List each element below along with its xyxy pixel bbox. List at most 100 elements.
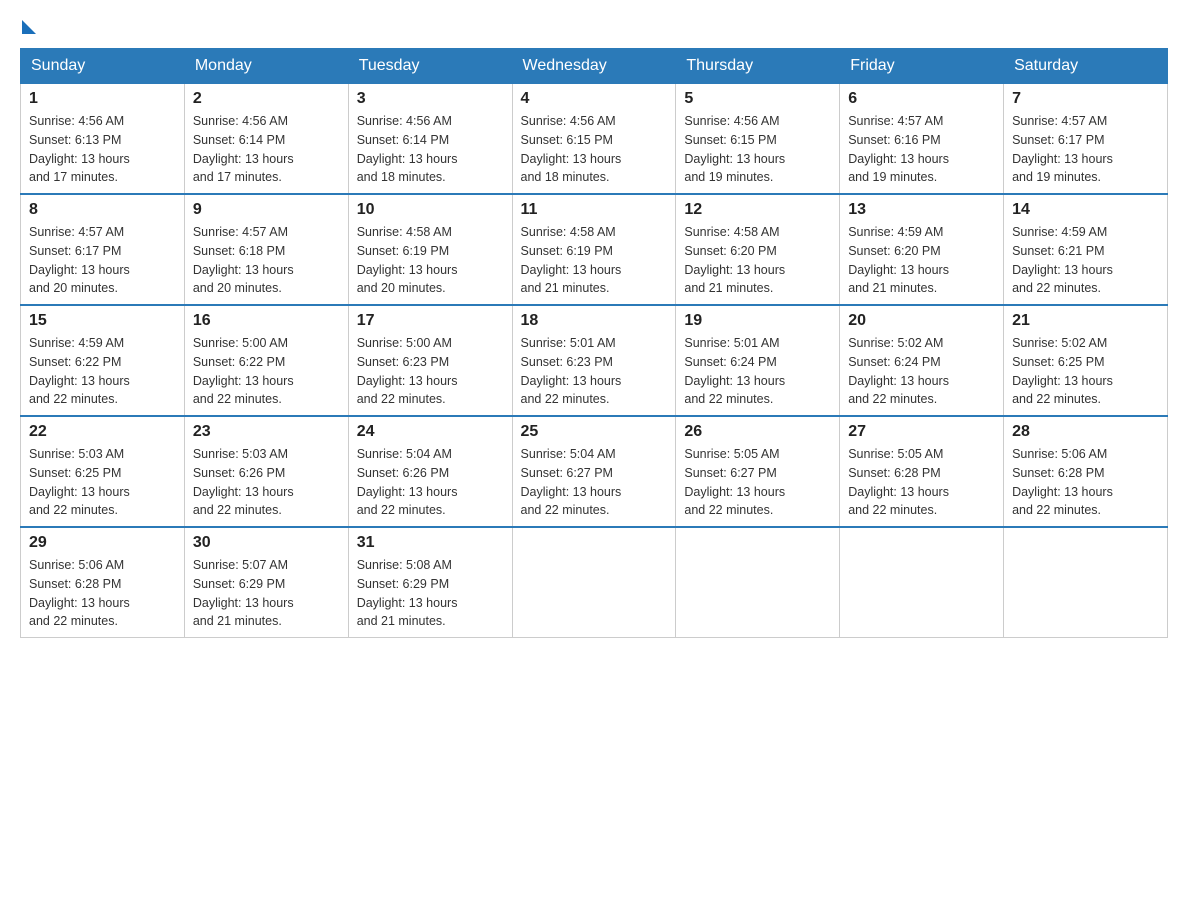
logo-triangle-icon: [22, 20, 36, 34]
day-info: Sunrise: 5:03 AMSunset: 6:26 PMDaylight:…: [193, 445, 340, 520]
table-row: 25 Sunrise: 5:04 AMSunset: 6:27 PMDayligh…: [512, 416, 676, 527]
day-info: Sunrise: 4:58 AMSunset: 6:19 PMDaylight:…: [521, 223, 668, 298]
col-tuesday: Tuesday: [348, 49, 512, 84]
day-number: 16: [193, 312, 340, 330]
day-number: 23: [193, 423, 340, 441]
table-row: [676, 527, 840, 638]
table-row: 31 Sunrise: 5:08 AMSunset: 6:29 PMDayligh…: [348, 527, 512, 638]
day-info: Sunrise: 5:05 AMSunset: 6:28 PMDaylight:…: [848, 445, 995, 520]
table-row: 7 Sunrise: 4:57 AMSunset: 6:17 PMDaylight…: [1004, 84, 1168, 195]
table-row: 2 Sunrise: 4:56 AMSunset: 6:14 PMDaylight…: [184, 84, 348, 195]
day-info: Sunrise: 4:57 AMSunset: 6:17 PMDaylight:…: [29, 223, 176, 298]
day-number: 7: [1012, 90, 1159, 108]
day-info: Sunrise: 5:03 AMSunset: 6:25 PMDaylight:…: [29, 445, 176, 520]
calendar-week-row: 15Sunrise: 4:59 AMSunset: 6:22 PMDayligh…: [21, 305, 1168, 416]
day-info: Sunrise: 4:58 AMSunset: 6:19 PMDaylight:…: [357, 223, 504, 298]
table-row: 14Sunrise: 4:59 AMSunset: 6:21 PMDayligh…: [1004, 194, 1168, 305]
day-info: Sunrise: 5:02 AMSunset: 6:24 PMDaylight:…: [848, 334, 995, 409]
day-info: Sunrise: 5:02 AMSunset: 6:25 PMDaylight:…: [1012, 334, 1159, 409]
day-info: Sunrise: 5:07 AMSunset: 6:29 PMDaylight:…: [193, 556, 340, 631]
table-row: 3Sunrise: 4:56 AMSunset: 6:14 PMDaylight…: [348, 84, 512, 195]
table-row: 4 Sunrise: 4:56 AMSunset: 6:15 PMDaylight…: [512, 84, 676, 195]
col-sunday: Sunday: [21, 49, 185, 84]
calendar-week-row: 29Sunrise: 5:06 AMSunset: 6:28 PMDayligh…: [21, 527, 1168, 638]
day-number: 10: [357, 201, 504, 219]
day-number: 4: [521, 90, 668, 108]
table-row: 11 Sunrise: 4:58 AMSunset: 6:19 PMDayligh…: [512, 194, 676, 305]
day-number: 20: [848, 312, 995, 330]
table-row: 22 Sunrise: 5:03 AMSunset: 6:25 PMDayligh…: [21, 416, 185, 527]
day-info: Sunrise: 4:56 AMSunset: 6:13 PMDaylight:…: [29, 112, 176, 187]
day-number: 18: [521, 312, 668, 330]
table-row: 6 Sunrise: 4:57 AMSunset: 6:16 PMDaylight…: [840, 84, 1004, 195]
day-number: 17: [357, 312, 504, 330]
col-wednesday: Wednesday: [512, 49, 676, 84]
table-row: 1 Sunrise: 4:56 AMSunset: 6:13 PMDaylight…: [21, 84, 185, 195]
day-number: 13: [848, 201, 995, 219]
day-info: Sunrise: 4:57 AMSunset: 6:17 PMDaylight:…: [1012, 112, 1159, 187]
day-info: Sunrise: 4:59 AMSunset: 6:20 PMDaylight:…: [848, 223, 995, 298]
col-saturday: Saturday: [1004, 49, 1168, 84]
table-row: 18 Sunrise: 5:01 AMSunset: 6:23 PMDayligh…: [512, 305, 676, 416]
day-number: 22: [29, 423, 176, 441]
day-info: Sunrise: 4:56 AMSunset: 6:15 PMDaylight:…: [521, 112, 668, 187]
day-number: 25: [521, 423, 668, 441]
day-number: 21: [1012, 312, 1159, 330]
table-row: 26 Sunrise: 5:05 AMSunset: 6:27 PMDayligh…: [676, 416, 840, 527]
day-info: Sunrise: 5:06 AMSunset: 6:28 PMDaylight:…: [29, 556, 176, 631]
table-row: 30 Sunrise: 5:07 AMSunset: 6:29 PMDayligh…: [184, 527, 348, 638]
day-number: 3: [357, 90, 504, 108]
table-row: 27Sunrise: 5:05 AMSunset: 6:28 PMDayligh…: [840, 416, 1004, 527]
day-info: Sunrise: 4:57 AMSunset: 6:16 PMDaylight:…: [848, 112, 995, 187]
day-info: Sunrise: 4:59 AMSunset: 6:21 PMDaylight:…: [1012, 223, 1159, 298]
day-number: 26: [684, 423, 831, 441]
calendar-week-row: 22 Sunrise: 5:03 AMSunset: 6:25 PMDayligh…: [21, 416, 1168, 527]
day-info: Sunrise: 5:04 AMSunset: 6:26 PMDaylight:…: [357, 445, 504, 520]
calendar-week-row: 1 Sunrise: 4:56 AMSunset: 6:13 PMDaylight…: [21, 84, 1168, 195]
table-row: 12 Sunrise: 4:58 AMSunset: 6:20 PMDayligh…: [676, 194, 840, 305]
table-row: 24 Sunrise: 5:04 AMSunset: 6:26 PMDayligh…: [348, 416, 512, 527]
table-row: 13 Sunrise: 4:59 AMSunset: 6:20 PMDayligh…: [840, 194, 1004, 305]
day-info: Sunrise: 5:05 AMSunset: 6:27 PMDaylight:…: [684, 445, 831, 520]
day-info: Sunrise: 5:06 AMSunset: 6:28 PMDaylight:…: [1012, 445, 1159, 520]
table-row: 8 Sunrise: 4:57 AMSunset: 6:17 PMDaylight…: [21, 194, 185, 305]
col-thursday: Thursday: [676, 49, 840, 84]
calendar-header-row: Sunday Monday Tuesday Wednesday Thursday…: [21, 49, 1168, 84]
day-number: 9: [193, 201, 340, 219]
day-info: Sunrise: 5:00 AMSunset: 6:23 PMDaylight:…: [357, 334, 504, 409]
day-info: Sunrise: 5:01 AMSunset: 6:24 PMDaylight:…: [684, 334, 831, 409]
table-row: 29Sunrise: 5:06 AMSunset: 6:28 PMDayligh…: [21, 527, 185, 638]
table-row: [512, 527, 676, 638]
table-row: 17 Sunrise: 5:00 AMSunset: 6:23 PMDayligh…: [348, 305, 512, 416]
day-number: 30: [193, 534, 340, 552]
table-row: 28 Sunrise: 5:06 AMSunset: 6:28 PMDayligh…: [1004, 416, 1168, 527]
table-row: 10 Sunrise: 4:58 AMSunset: 6:19 PMDayligh…: [348, 194, 512, 305]
day-info: Sunrise: 4:56 AMSunset: 6:14 PMDaylight:…: [193, 112, 340, 187]
page-header: [20, 20, 1168, 38]
day-number: 1: [29, 90, 176, 108]
table-row: 9Sunrise: 4:57 AMSunset: 6:18 PMDaylight…: [184, 194, 348, 305]
day-number: 15: [29, 312, 176, 330]
table-row: 5 Sunrise: 4:56 AMSunset: 6:15 PMDaylight…: [676, 84, 840, 195]
table-row: 23 Sunrise: 5:03 AMSunset: 6:26 PMDayligh…: [184, 416, 348, 527]
day-number: 11: [521, 201, 668, 219]
day-number: 8: [29, 201, 176, 219]
day-number: 24: [357, 423, 504, 441]
col-friday: Friday: [840, 49, 1004, 84]
day-info: Sunrise: 5:04 AMSunset: 6:27 PMDaylight:…: [521, 445, 668, 520]
day-info: Sunrise: 4:56 AMSunset: 6:15 PMDaylight:…: [684, 112, 831, 187]
day-number: 28: [1012, 423, 1159, 441]
day-number: 19: [684, 312, 831, 330]
day-number: 12: [684, 201, 831, 219]
day-info: Sunrise: 5:00 AMSunset: 6:22 PMDaylight:…: [193, 334, 340, 409]
day-info: Sunrise: 5:08 AMSunset: 6:29 PMDaylight:…: [357, 556, 504, 631]
day-info: Sunrise: 4:58 AMSunset: 6:20 PMDaylight:…: [684, 223, 831, 298]
day-number: 5: [684, 90, 831, 108]
logo: [20, 20, 36, 38]
day-number: 6: [848, 90, 995, 108]
table-row: 16 Sunrise: 5:00 AMSunset: 6:22 PMDayligh…: [184, 305, 348, 416]
day-number: 2: [193, 90, 340, 108]
day-number: 31: [357, 534, 504, 552]
calendar-table: Sunday Monday Tuesday Wednesday Thursday…: [20, 48, 1168, 638]
day-info: Sunrise: 5:01 AMSunset: 6:23 PMDaylight:…: [521, 334, 668, 409]
